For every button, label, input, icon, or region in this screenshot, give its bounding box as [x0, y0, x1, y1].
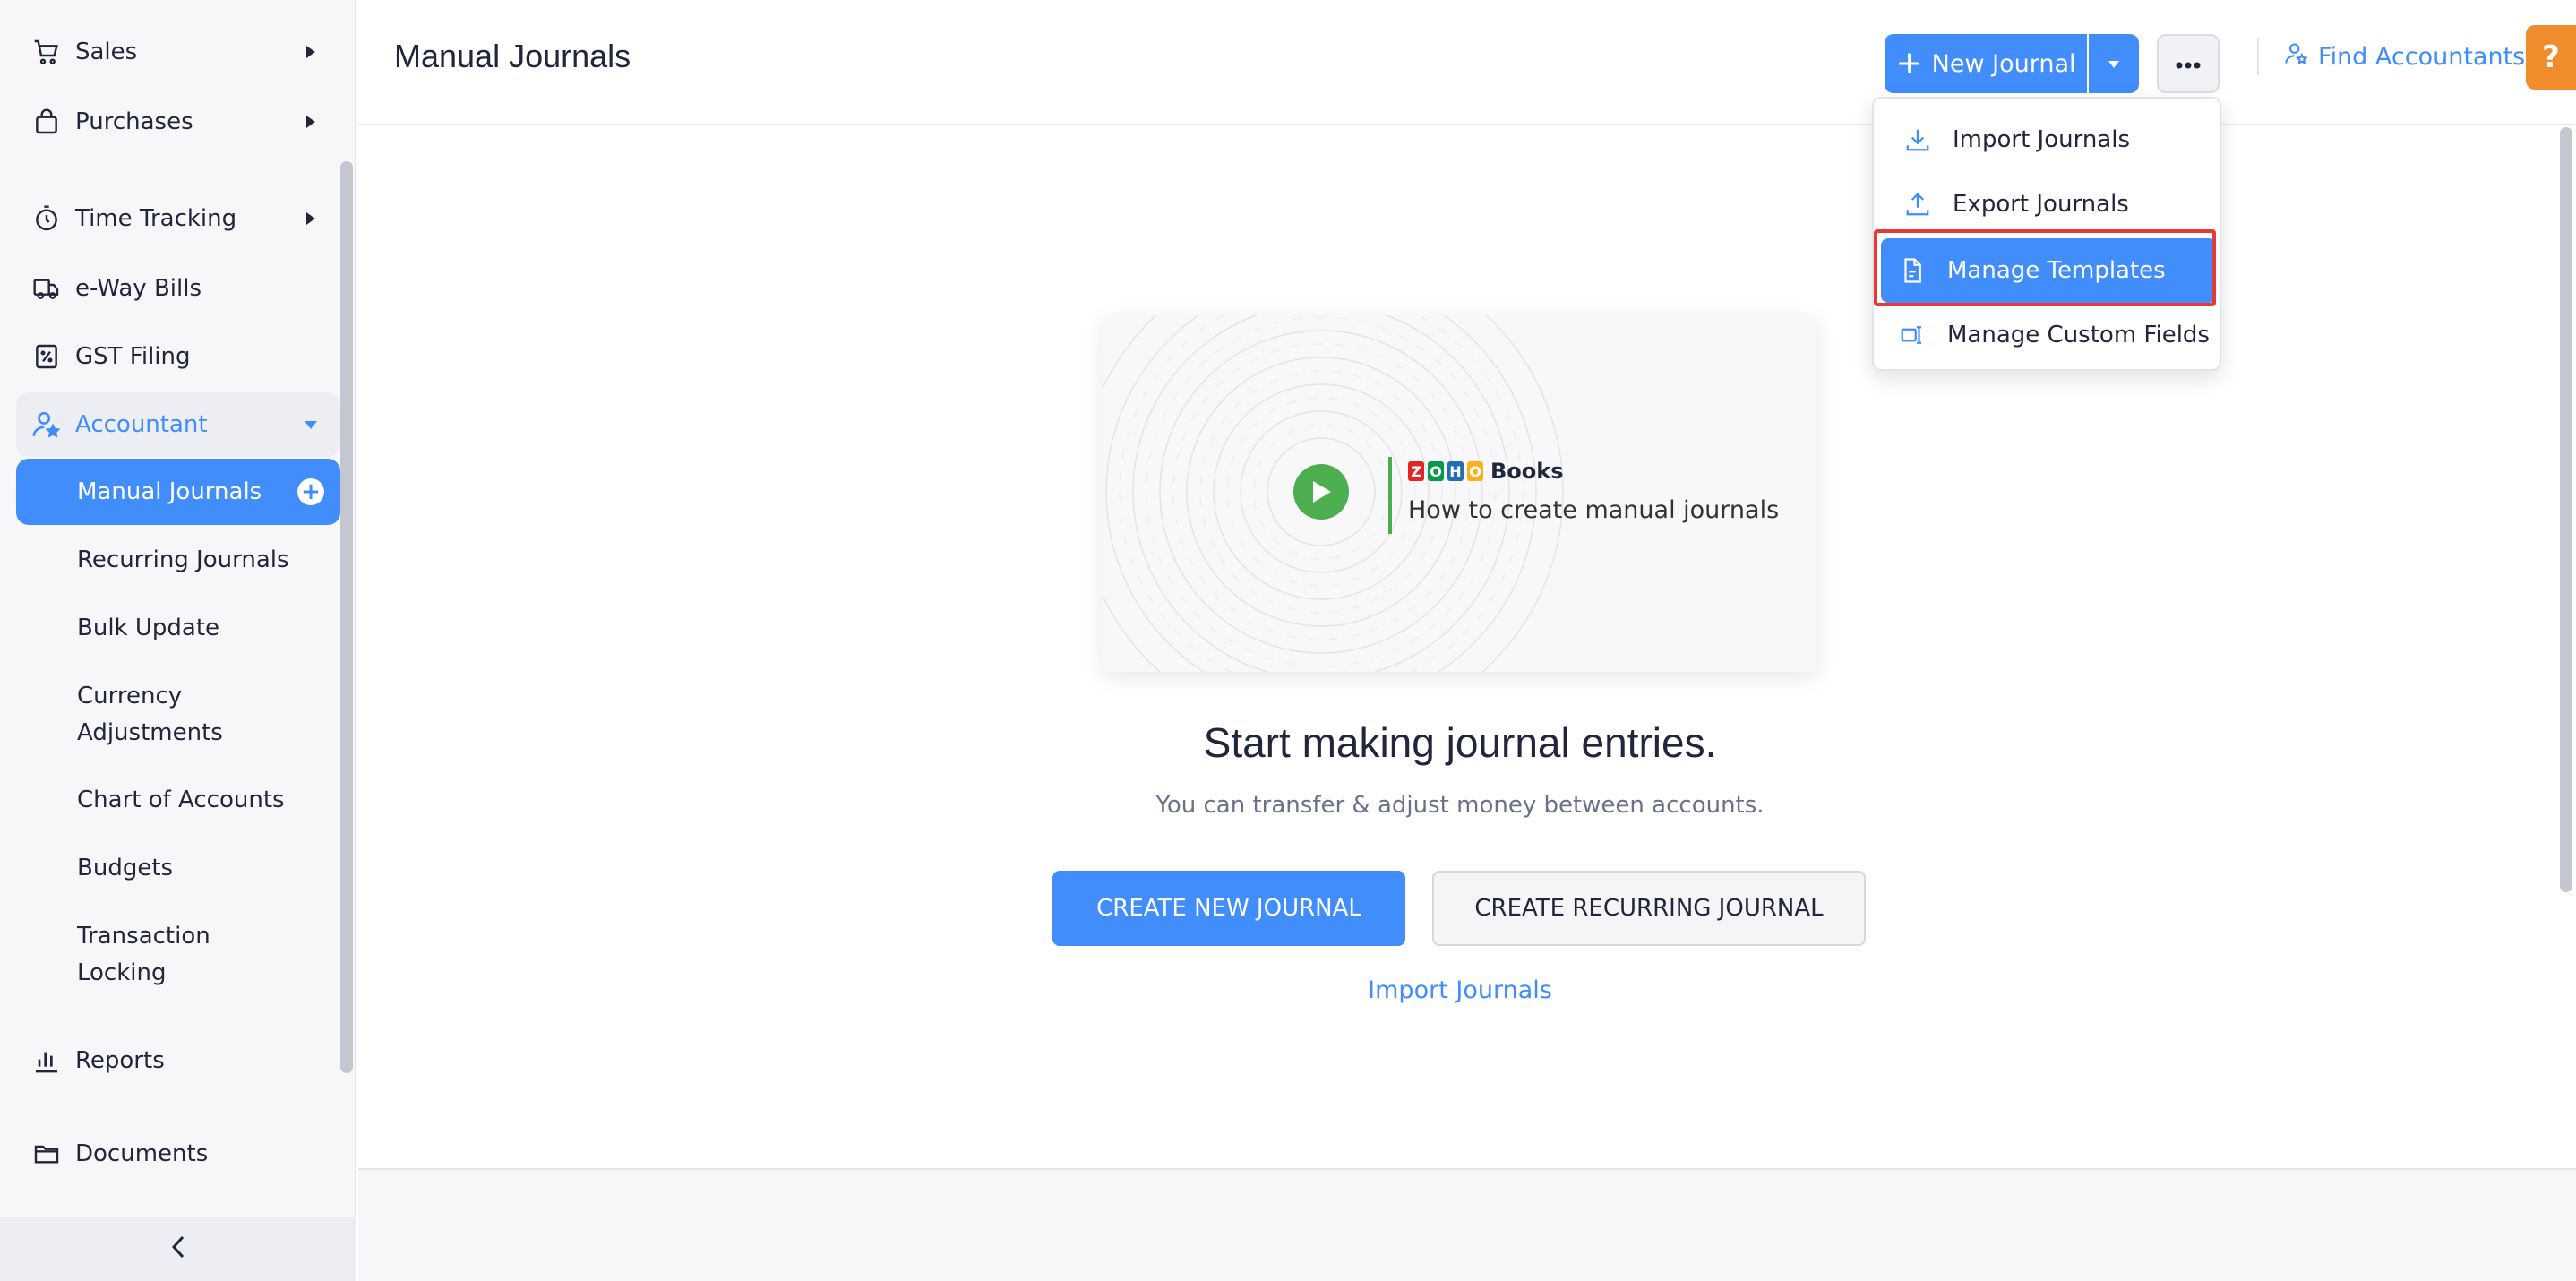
sidebar-subitem-bulk-update[interactable]: Bulk Update [16, 609, 340, 647]
accountant-icon [30, 408, 63, 441]
caret-right-icon [297, 108, 324, 135]
new-journal-label: New Journal [1931, 49, 2076, 78]
sidebar-subitem-recurring-journals[interactable]: Recurring Journals [16, 541, 340, 579]
sidebar-subitem-label: Chart of Accounts [77, 786, 285, 813]
caret-down-icon [297, 411, 324, 438]
sidebar-item-purchases[interactable]: Purchases [16, 90, 340, 154]
percent-document-icon [30, 340, 63, 373]
empty-state-subtitle: You can transfer & adjust money between … [1155, 792, 1765, 819]
plus-icon: + [1895, 45, 1923, 82]
main-footer-area [358, 1168, 2576, 1281]
sidebar-item-label: Reports [75, 1047, 165, 1074]
zoho-logo-letter: H [1447, 461, 1464, 481]
zoho-books-logo: Z O H O Books [1408, 459, 1564, 484]
add-journal-icon[interactable]: + [297, 478, 324, 505]
menu-item-label: Export Journals [1953, 191, 2129, 218]
sidebar-subitem-label: Bulk Update [77, 614, 220, 641]
sidebar-subitem-chart-of-accounts[interactable]: Chart of Accounts [16, 781, 340, 819]
sidebar-item-accountant[interactable]: Accountant [16, 392, 340, 457]
upload-icon [1902, 189, 1933, 219]
more-options-button[interactable] [2157, 34, 2220, 93]
sidebar-subitem-manual-journals[interactable]: Manual Journals + [16, 459, 340, 525]
video-brand: Books [1490, 459, 1564, 484]
menu-item-label: Manage Templates [1947, 257, 2166, 284]
sidebar-item-label: Documents [75, 1140, 209, 1167]
zoho-logo-letter: O [1428, 461, 1444, 481]
new-journal-dropdown-button[interactable] [2089, 34, 2139, 93]
find-accountants-link[interactable]: Find Accountants [2284, 41, 2525, 73]
sidebar-item-gst-filing[interactable]: GST Filing [16, 324, 340, 389]
menu-item-manage-custom-fields[interactable]: Manage Custom Fields [1881, 305, 2216, 365]
help-button[interactable]: ? [2526, 25, 2576, 90]
play-icon[interactable] [1293, 464, 1349, 520]
page-header: Manual Journals + New Journal Find Accou… [358, 0, 2576, 125]
zoho-logo-letter: O [1467, 461, 1483, 481]
video-divider [1388, 457, 1392, 534]
caret-right-icon [297, 205, 324, 232]
zoho-logo-letter: Z [1408, 461, 1424, 481]
empty-state-title: Start making journal entries. [1203, 719, 1717, 766]
sidebar-subitem-currency-adjustments[interactable]: Currency Adjustments [16, 677, 285, 752]
cart-icon [30, 36, 63, 68]
caret-down-icon [2107, 56, 2121, 73]
bag-icon [30, 106, 63, 138]
new-journal-button[interactable]: + New Journal [1885, 34, 2087, 93]
sidebar-subitem-label: Currency Adjustments [77, 683, 223, 746]
accountant-icon [2284, 41, 2309, 73]
ellipsis-icon [2175, 56, 2202, 73]
video-thumbnail[interactable]: Z O H O Books How to create manual journ… [1103, 315, 1816, 672]
sidebar-subitem-budgets[interactable]: Budgets [16, 849, 340, 887]
main-scrollbar[interactable] [2560, 127, 2572, 892]
sidebar-item-label: GST Filing [75, 343, 191, 370]
collapse-sidebar-button[interactable] [0, 1217, 356, 1281]
stopwatch-icon [30, 202, 63, 235]
video-caption: How to create manual journals [1408, 496, 1780, 524]
menu-item-import-journals[interactable]: Import Journals [1881, 109, 2216, 170]
create-recurring-journal-button[interactable]: CREATE RECURRING JOURNAL [1432, 871, 1866, 946]
more-options-menu: Import Journals Export Journals Manage T… [1872, 97, 2221, 371]
import-journals-link[interactable]: Import Journals [1281, 976, 1639, 1004]
sidebar-item-label: Sales [75, 39, 138, 65]
download-icon [1902, 125, 1933, 155]
custom-fields-icon [1897, 320, 1928, 350]
sidebar-subitem-label: Recurring Journals [77, 546, 289, 573]
menu-item-label: Manage Custom Fields [1947, 322, 2210, 348]
decorative-pattern [1103, 315, 1564, 672]
sidebar-item-label: Time Tracking [75, 205, 237, 232]
truck-icon [30, 272, 63, 305]
caret-right-icon [297, 39, 324, 65]
sidebar-subitem-label: Budgets [77, 854, 174, 881]
menu-item-manage-templates[interactable]: Manage Templates [1881, 238, 2216, 303]
sidebar-subitem-label: Manual Journals [77, 477, 262, 505]
sidebar-item-label: Purchases [75, 108, 193, 135]
sidebar-item-documents[interactable]: Documents [16, 1122, 340, 1186]
page-title: Manual Journals [394, 38, 631, 74]
sidebar-item-time-tracking[interactable]: Time Tracking [16, 186, 340, 251]
sidebar-subitem-transaction-locking[interactable]: Transaction Locking [16, 917, 267, 993]
document-icon [1897, 255, 1928, 286]
folder-icon [30, 1138, 63, 1170]
chevron-left-icon [168, 1234, 188, 1264]
menu-item-label: Import Journals [1953, 126, 2131, 153]
find-accountants-label: Find Accountants [2318, 43, 2526, 71]
sidebar: Sales Purchases Time Tracking e-Way Bill… [0, 0, 356, 1281]
sidebar-item-label: Accountant [75, 411, 208, 438]
menu-item-export-journals[interactable]: Export Journals [1881, 174, 2216, 235]
help-label: ? [2542, 39, 2560, 75]
bar-chart-icon [30, 1045, 63, 1077]
sidebar-subitem-label: Transaction Locking [77, 923, 210, 986]
sidebar-scrollbar[interactable] [340, 161, 353, 1073]
sidebar-item-label: e-Way Bills [75, 275, 202, 302]
sidebar-item-eway-bills[interactable]: e-Way Bills [16, 256, 340, 321]
header-divider [2257, 38, 2259, 75]
sidebar-item-reports[interactable]: Reports [16, 1028, 340, 1093]
sidebar-item-sales[interactable]: Sales [16, 20, 340, 84]
create-new-journal-button[interactable]: CREATE NEW JOURNAL [1052, 871, 1405, 946]
